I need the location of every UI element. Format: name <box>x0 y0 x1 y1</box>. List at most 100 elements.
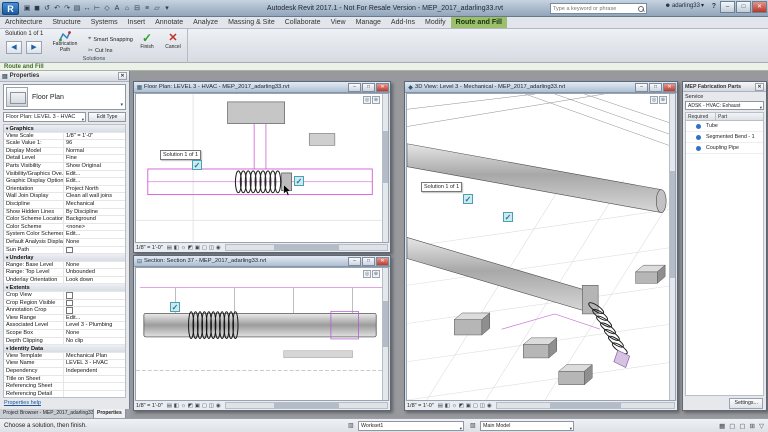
tab-massing-site[interactable]: Massing & Site <box>223 17 280 28</box>
property-value[interactable]: Show Original <box>64 163 125 170</box>
3d-canvas[interactable]: Solution 1 of 1 ✓ ✓ ◎ ⊕ <box>406 93 676 401</box>
property-value[interactable]: Independent <box>64 368 125 375</box>
visual-style-icon[interactable]: ◧ <box>173 403 180 409</box>
search-icon[interactable] <box>637 5 645 13</box>
filter-icon[interactable]: ▽ <box>759 422 764 430</box>
tab-manage[interactable]: Manage <box>351 17 386 28</box>
properties-help-link[interactable]: Properties help <box>0 398 129 408</box>
type-selector-combo[interactable]: Floor Plan: LEVEL 3 - HVAC ▾ <box>3 112 86 122</box>
solution-accept-icon[interactable]: ✓ <box>294 176 304 186</box>
tab-route-and-fill[interactable]: Route and Fill <box>451 17 507 28</box>
exclude-options-checkbox[interactable]: ▢ <box>739 422 745 430</box>
property-row[interactable]: View Scale 1/8" = 1'-0" <box>4 133 125 141</box>
fabrication-path-button[interactable]: Fabrication Path <box>46 30 84 56</box>
crop-view-icon[interactable]: ▣ <box>194 245 201 251</box>
property-row[interactable]: Sun Path <box>4 247 125 255</box>
vertical-scrollbar[interactable] <box>382 94 388 242</box>
vertical-scrollbar[interactable] <box>382 268 388 400</box>
editable-only-checkbox[interactable]: ▢ <box>729 422 735 430</box>
tab-analyze[interactable]: Analyze <box>188 17 223 28</box>
sync-with-central-icon[interactable]: ↺ <box>42 2 52 15</box>
tab-architecture[interactable]: Architecture <box>0 17 47 28</box>
reveal-hidden-icon[interactable]: ◉ <box>215 245 222 251</box>
section-icon[interactable]: ⊟ <box>132 2 142 15</box>
property-value[interactable]: Edit... <box>64 315 125 322</box>
active-workset-select[interactable]: Workset1 ▾ <box>358 421 464 431</box>
cancel-button[interactable]: ✕ Cancel <box>160 30 186 56</box>
property-row[interactable]: Range: Top Level Unbounded <box>4 269 125 277</box>
property-value[interactable] <box>64 383 125 390</box>
property-value[interactable]: Project North <box>64 186 125 193</box>
fabrication-panel-close-icon[interactable]: ✕ <box>755 83 764 91</box>
measure-icon[interactable]: ↔ <box>82 2 92 15</box>
property-row[interactable]: Depth Clipping No clip <box>4 338 125 346</box>
property-row[interactable]: Graphics <box>4 125 125 133</box>
property-value[interactable] <box>123 345 125 352</box>
property-value[interactable] <box>123 125 125 132</box>
property-row[interactable]: Default Analysis Display... None <box>4 239 125 247</box>
view-minimize-button[interactable]: – <box>348 257 361 266</box>
cut-ins-button[interactable]: ✂ Cut Ins <box>88 47 112 54</box>
switch-windows-icon[interactable]: ▱ <box>152 2 162 15</box>
property-value[interactable]: 96 <box>64 140 125 147</box>
property-row[interactable]: Underlay Orientation Look down <box>4 277 125 285</box>
property-value[interactable]: Normal <box>64 148 125 155</box>
tab-view[interactable]: View <box>326 17 351 28</box>
property-row[interactable]: Discipline Mechanical <box>4 201 125 209</box>
next-solution-button[interactable]: ▶ <box>26 41 42 54</box>
zoom-icon[interactable]: ⊕ <box>372 270 380 278</box>
view-restore-button[interactable]: □ <box>362 83 375 92</box>
crop-view-icon[interactable]: ▣ <box>194 403 201 409</box>
shadows-icon[interactable]: ◩ <box>458 403 465 409</box>
crop-region-icon[interactable]: ▢ <box>472 403 479 409</box>
view-restore-button[interactable]: □ <box>362 257 375 266</box>
tab-structure[interactable]: Structure <box>47 17 85 28</box>
property-value[interactable]: None <box>64 239 125 246</box>
smart-snapping-toggle[interactable]: ⌖ Smart Snapping <box>88 36 133 43</box>
finish-button[interactable]: ✓ Finish <box>134 30 160 56</box>
property-row[interactable]: Dependency Independent <box>4 368 125 376</box>
property-value[interactable]: No clip <box>64 338 125 345</box>
service-select[interactable]: ADSK - HVAC: Exhaust ▾ <box>685 101 764 110</box>
property-row[interactable]: Detail Level Fine <box>4 155 125 163</box>
property-row[interactable]: Graphic Display Options Edit... <box>4 178 125 186</box>
settings-button[interactable]: Settings... <box>729 398 763 409</box>
search-input[interactable] <box>551 6 637 12</box>
property-value[interactable] <box>64 292 125 299</box>
temporary-hide-isolate-icon[interactable]: ◫ <box>208 245 215 251</box>
crop-region-icon[interactable]: ▢ <box>201 403 208 409</box>
crop-region-icon[interactable]: ▢ <box>201 245 208 251</box>
property-value[interactable]: Background <box>64 216 125 223</box>
scale-control[interactable]: 1/8" = 1'-0" <box>136 403 163 409</box>
property-row[interactable]: View Range Edit... <box>4 315 125 323</box>
shadows-icon[interactable]: ◩ <box>187 245 194 251</box>
property-value[interactable]: LEVEL 3 - HVAC <box>64 360 125 367</box>
window-minimize-button[interactable]: – <box>720 1 735 13</box>
property-row[interactable]: Display Model Normal <box>4 148 125 156</box>
scale-control[interactable]: 1/8" = 1'-0" <box>136 245 163 251</box>
previous-solution-button[interactable]: ◀ <box>6 41 22 54</box>
property-row[interactable]: Scale Value 1: 96 <box>4 140 125 148</box>
aligned-dimension-icon[interactable]: ⊢ <box>92 2 102 15</box>
property-row[interactable]: Associated Level Level 3 - Plumbing <box>4 322 125 330</box>
property-row[interactable]: View Name LEVEL 3 - HVAC <box>4 360 125 368</box>
3d-title-bar[interactable]: ◆ 3D View: Level 3 - Mechanical - MEP_20… <box>405 82 677 93</box>
property-value[interactable]: None <box>64 262 125 269</box>
property-row[interactable]: View Template Mechanical Plan <box>4 353 125 361</box>
temporary-hide-isolate-icon[interactable]: ◫ <box>479 403 486 409</box>
visual-style-icon[interactable]: ◧ <box>173 245 180 251</box>
tab-modify[interactable]: Modify <box>420 17 451 28</box>
horizontal-scrollbar[interactable] <box>225 402 388 409</box>
view-close-button[interactable]: ✕ <box>376 83 389 92</box>
window-restore-button[interactable]: □ <box>736 1 751 13</box>
design-options-select[interactable]: Main Model ▾ <box>480 421 574 431</box>
property-row[interactable]: Referencing Sheet <box>4 383 125 391</box>
visual-style-icon[interactable]: ◧ <box>444 403 451 409</box>
property-row[interactable]: Crop View <box>4 292 125 300</box>
property-row[interactable]: Visibility/Graphics Ove... Edit... <box>4 171 125 179</box>
property-value[interactable]: Level 3 - Plumbing <box>64 322 125 329</box>
signin-menu[interactable]: ☻ adarling33 ▾ <box>665 2 704 9</box>
property-value[interactable]: Fine <box>64 155 125 162</box>
crop-view-icon[interactable]: ▣ <box>465 403 472 409</box>
property-value[interactable] <box>123 254 125 261</box>
